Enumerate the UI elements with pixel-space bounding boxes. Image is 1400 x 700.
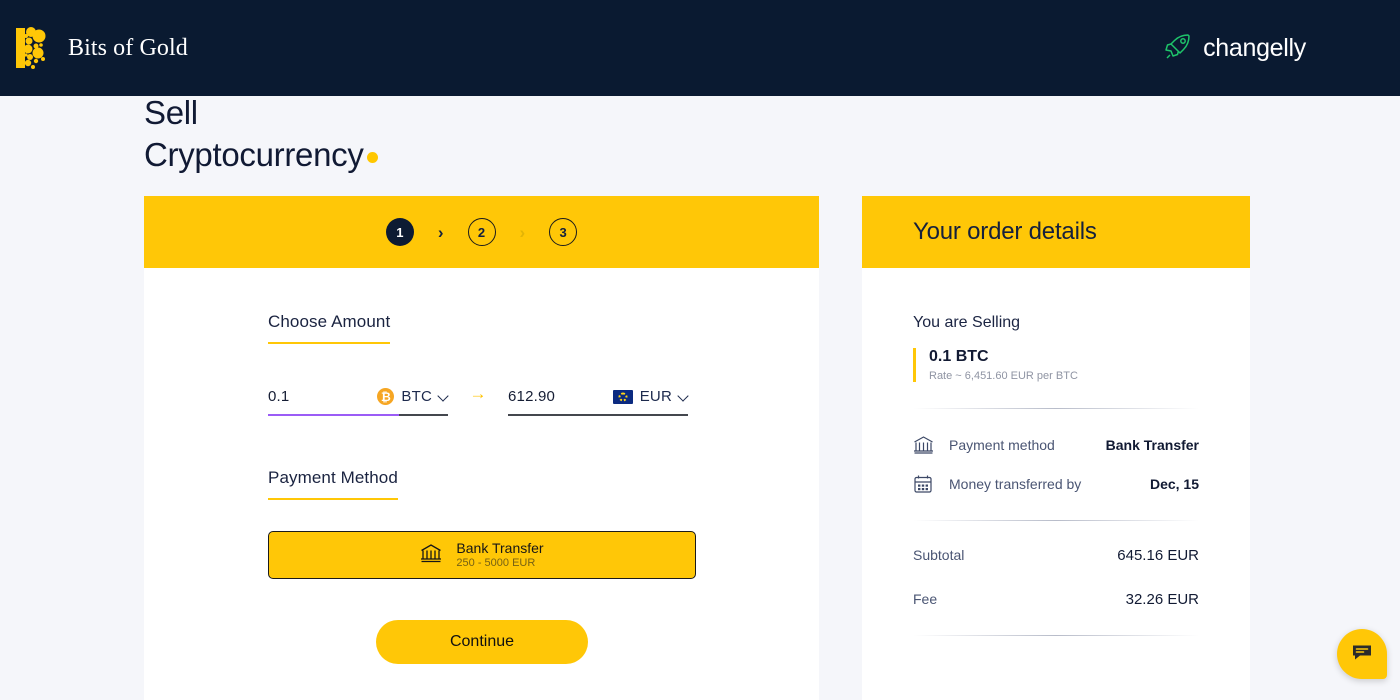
arrow-right-icon: → [469, 384, 487, 403]
step-2[interactable]: 2 [467, 218, 496, 246]
step-3[interactable]: 3 [549, 218, 578, 246]
payment-method-label: Payment Method [268, 468, 398, 500]
order-row-value: Dec, 15 [1149, 476, 1199, 492]
divider [913, 635, 1199, 636]
from-currency-code: BTC [401, 388, 432, 405]
order-row-value: Bank Transfer [1105, 436, 1199, 453]
step-3-label: 3 [559, 224, 567, 240]
page-title: Sell Cryptocurrency [144, 94, 364, 173]
to-currency-code: EUR [639, 388, 672, 405]
selling-rate: Rate ~ 6,451.60 EUR per BTC [929, 370, 1078, 382]
selling-amount: 0.1 BTC [929, 348, 989, 365]
to-amount-input[interactable]: 612.90 [508, 388, 555, 405]
title-accent-dot [367, 152, 378, 163]
payment-option-title: Bank Transfer [456, 540, 544, 557]
bits-of-gold-dots-logo-icon [16, 26, 50, 70]
payment-method-section: Payment Method [268, 468, 819, 500]
summary-value: 645.16 EUR [1117, 547, 1199, 564]
payment-option-limits: 250 - 5000 EUR [456, 557, 536, 570]
to-amount-field[interactable]: 612.90 EUR [508, 388, 688, 416]
chevron-down-icon [439, 392, 448, 401]
selling-label: You are Selling [913, 314, 1021, 331]
app-header: Bits of Gold changelly [0, 0, 1400, 96]
partner-logo: changelly [1163, 31, 1306, 66]
bank-icon [420, 543, 442, 568]
order-row-key: Payment method [949, 436, 1055, 453]
from-amount-field[interactable]: 0.1 ₿ BTC [268, 388, 448, 416]
brand[interactable]: Bits of Gold [16, 26, 188, 70]
chevron-down-icon [679, 392, 688, 401]
from-currency-selector[interactable]: ₿ BTC [377, 388, 448, 405]
order-row-transfer-date: Money transferred by Dec, 15 [913, 474, 1199, 494]
partner-name: changelly [1203, 33, 1306, 62]
selling-block: 0.1 BTC Rate ~ 6,451.60 EUR per BTC [913, 348, 1199, 382]
continue-button[interactable]: Continue [376, 620, 588, 664]
choose-amount-label: Choose Amount [268, 312, 391, 344]
from-field-underline [268, 414, 448, 416]
eu-flag-icon [612, 389, 633, 404]
step-1[interactable]: 1 [385, 218, 414, 246]
step-2-label: 2 [477, 224, 486, 240]
order-details-header: Your order details [862, 196, 1250, 268]
amount-row: 0.1 ₿ BTC → 612.90 EUR [268, 384, 819, 416]
brand-name: Bits of Gold [68, 34, 188, 61]
summary-key: Fee [913, 591, 938, 607]
summary-key: Subtotal [913, 547, 965, 563]
bank-icon [913, 435, 939, 454]
order-row-payment-method: Payment method Bank Transfer [913, 435, 1199, 454]
to-currency-selector[interactable]: EUR [612, 388, 688, 405]
summary-row-subtotal: Subtotal 645.16 EUR [913, 547, 1199, 564]
sell-form-card: 1 › 2 › 3 Choose Amount 0.1 ₿ BTC → 612.… [144, 196, 819, 700]
calendar-icon [913, 474, 939, 494]
step-separator-1: › [437, 222, 444, 242]
rocket-icon [1163, 31, 1193, 66]
order-row-key: Money transferred by [949, 476, 1082, 492]
step-separator-2: › [519, 222, 526, 242]
to-field-underline [508, 414, 688, 416]
order-details-title: Your order details [913, 218, 1097, 245]
order-details-body: You are Selling 0.1 BTC Rate ~ 6,451.60 … [862, 268, 1250, 636]
bitcoin-icon: ₿ [377, 388, 395, 405]
summary-value: 32.26 EUR [1125, 591, 1199, 608]
form-body: Choose Amount 0.1 ₿ BTC → 612.90 EUR Pay… [144, 268, 819, 664]
divider [913, 408, 1199, 409]
step-1-label: 1 [396, 224, 404, 240]
chat-bubble-icon [1351, 643, 1373, 666]
chat-widget-button[interactable] [1337, 629, 1387, 679]
summary-row-fee: Fee 32.26 EUR [913, 591, 1199, 608]
order-details-card: Your order details You are Selling 0.1 B… [862, 196, 1250, 700]
step-indicator: 1 › 2 › 3 [144, 196, 819, 268]
divider [913, 520, 1199, 521]
payment-option-bank-transfer[interactable]: Bank Transfer 250 - 5000 EUR [268, 531, 696, 579]
from-amount-input[interactable]: 0.1 [268, 388, 289, 405]
